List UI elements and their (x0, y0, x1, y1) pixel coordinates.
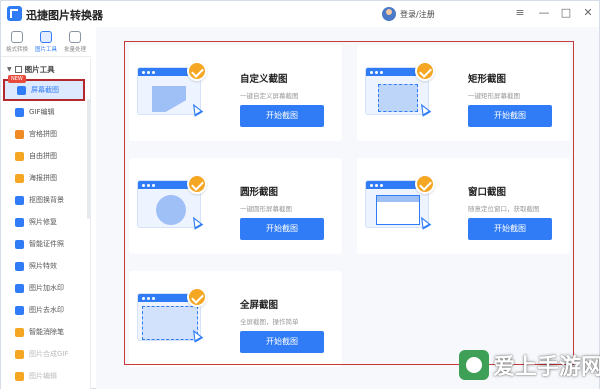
batch-icon (69, 31, 81, 43)
sidebar-item-label: 图片合成GIF (29, 350, 69, 358)
app-logo-icon (7, 6, 22, 21)
caret-down-icon: ▼ (7, 65, 12, 73)
sidebar-item[interactable]: 照片修复 (3, 211, 85, 233)
tab-label: 格式转换 (5, 47, 28, 53)
tool-icon (15, 349, 24, 359)
maximize-button[interactable]: □ (559, 6, 573, 20)
sidebar-item[interactable]: 智能消除笔 (3, 321, 85, 343)
avatar-icon (382, 7, 396, 21)
tool-icon (15, 107, 24, 117)
folder-icon (14, 65, 22, 73)
section-title: 图片工具 (24, 64, 55, 74)
sidebar-item-label: 屏幕截图 (31, 86, 59, 94)
sidebar-item-label: 抠图换背景 (29, 196, 64, 204)
login-label: 登录/注册 (400, 9, 435, 19)
sidebar-item-label: 海报拼图 (29, 174, 57, 182)
new-badge: NEW (8, 75, 26, 83)
sidebar-item[interactable]: 图片去水印 (3, 299, 85, 321)
tab-label: 图片工具 (34, 47, 57, 53)
sidebar-item[interactable]: 图片合成GIF (3, 343, 85, 365)
tool-icon (15, 239, 24, 249)
app-title: 迅捷图片转换器 (26, 9, 103, 22)
tool-icon (15, 327, 24, 337)
sidebar-item-label: 照片修复 (29, 218, 57, 226)
watermark: 爱上手游网 (459, 345, 600, 385)
sidebar-item-label: 自由拼图 (29, 152, 57, 160)
watermark-text: 爱上手游网 (493, 355, 600, 380)
sidebar-scrollbar[interactable] (87, 99, 90, 219)
tool-icon (17, 85, 26, 95)
tool-icon (15, 305, 24, 315)
sidebar-item[interactable]: 智能证件照 (3, 233, 85, 255)
section-header[interactable]: ▼ 图片工具 (7, 63, 55, 75)
tool-icon (15, 129, 24, 139)
menu-icon[interactable]: ≡ (513, 6, 527, 20)
login-button[interactable]: 登录/注册 (382, 5, 435, 23)
tab-image-tools[interactable]: 图片工具 (32, 29, 60, 57)
tool-icon (15, 173, 24, 183)
sidebar-item[interactable]: 图片编辑 (3, 365, 85, 387)
tool-icon (15, 283, 24, 293)
sidebar-item-label: 宫格拼图 (29, 130, 57, 138)
sidebar-item[interactable]: 海报拼图 (3, 167, 85, 189)
sidebar-item[interactable]: 抠图换背景 (3, 189, 85, 211)
sidebar-item[interactable]: 照片特效 (3, 255, 85, 277)
sidebar-item-label: 智能消除笔 (29, 328, 64, 336)
tool-icon (15, 371, 24, 381)
tab-batch[interactable]: 批量处理 (61, 29, 89, 57)
tab-label: 批量处理 (63, 47, 86, 53)
tool-icon (15, 217, 24, 227)
sidebar-item-label: 智能证件照 (29, 240, 64, 248)
tool-icon (15, 151, 24, 161)
app-window: 迅捷图片转换器 登录/注册 ≡ — □ ✕ 格式转换 图片工具 批量处理 ▼ 图… (0, 0, 600, 389)
sidebar-item[interactable]: 宫格拼图 (3, 123, 85, 145)
tool-icon (15, 261, 24, 271)
sidebar-item-label: 照片特效 (29, 262, 57, 270)
highlight-frame (124, 41, 574, 365)
minimize-button[interactable]: — (537, 6, 551, 20)
watermark-logo-icon (459, 350, 489, 380)
sidebar-item-label: 图片编辑 (29, 372, 57, 380)
tool-icon (15, 195, 24, 205)
convert-icon (11, 31, 23, 43)
sidebar-item[interactable]: GIF编辑 (3, 101, 85, 123)
sidebar-item-label: 图片加水印 (29, 284, 64, 292)
close-button[interactable]: ✕ (581, 6, 595, 20)
sidebar-item[interactable]: 图片加水印 (3, 277, 85, 299)
sidebar-item-label: GIF编辑 (29, 108, 55, 116)
sidebar-item[interactable]: 自由拼图 (3, 145, 85, 167)
title-bar: 迅捷图片转换器 登录/注册 ≡ — □ ✕ (1, 1, 599, 27)
tool-category-nav: 格式转换 图片工具 批量处理 (1, 29, 91, 57)
sidebar-item-label: 图片去水印 (29, 306, 64, 314)
image-tools-icon (40, 31, 52, 43)
tab-format-convert[interactable]: 格式转换 (3, 29, 31, 57)
